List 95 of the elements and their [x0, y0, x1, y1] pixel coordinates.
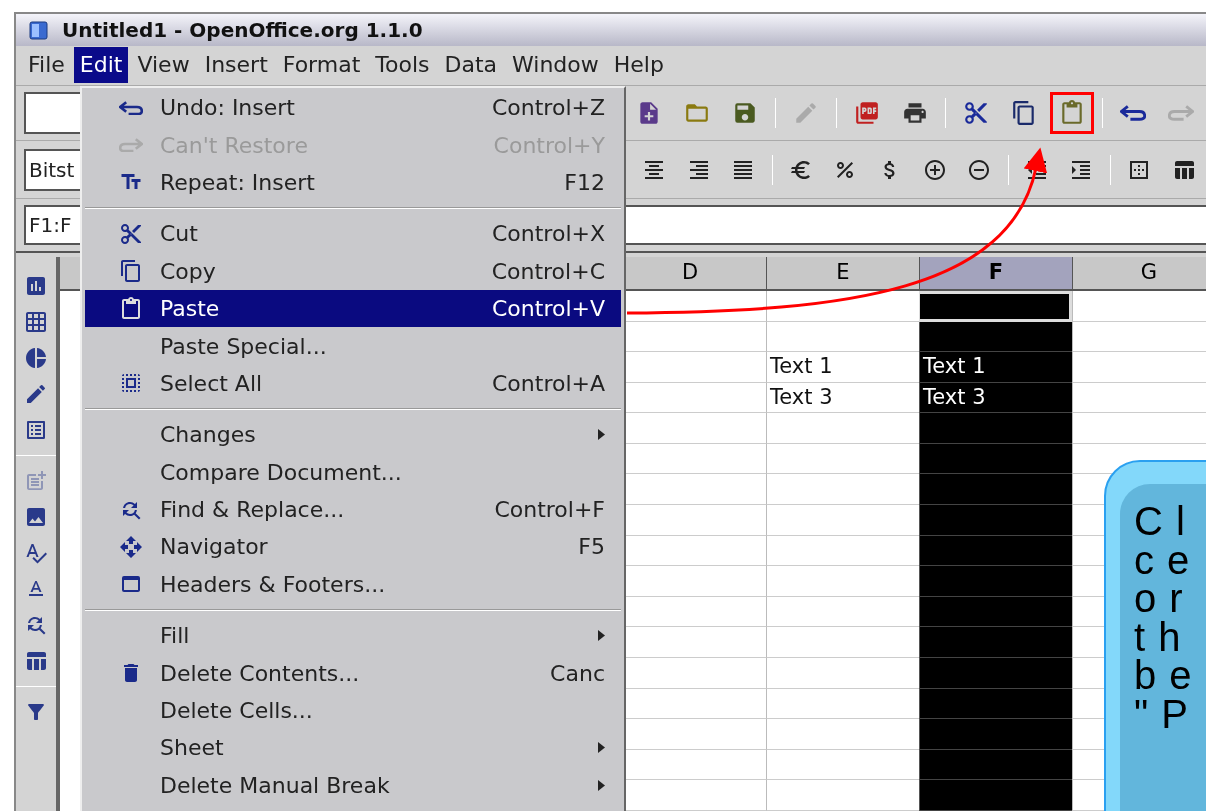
menu-item[interactable]: Tools	[369, 47, 436, 84]
grid-icon	[24, 309, 48, 334]
menu-item[interactable]: Changes	[85, 416, 621, 454]
paste-button[interactable]	[1050, 92, 1094, 135]
table-cell[interactable]	[919, 566, 1072, 597]
menu-label: Fill	[160, 622, 190, 651]
undo-icon	[1120, 105, 1146, 121]
table-cell[interactable]	[919, 719, 1072, 750]
pie-chart-icon	[24, 345, 48, 370]
menu-label: Select All	[160, 369, 263, 398]
table-cell[interactable]	[919, 535, 1072, 567]
copy-icon	[118, 259, 143, 284]
shortcut-text: Control+Z	[491, 94, 605, 123]
menu-item[interactable]: Insert	[198, 47, 274, 84]
cut-icon	[118, 221, 143, 246]
menu-label: Repeat: Insert	[160, 168, 315, 197]
style-field[interactable]	[24, 92, 80, 135]
menu-item[interactable]: Help	[607, 47, 670, 84]
menu-label: Cut	[160, 220, 198, 249]
menu-item[interactable]: Headers & Footers...	[85, 565, 621, 604]
cut-icon	[963, 100, 989, 127]
shortcut-text: Control+A	[492, 369, 605, 398]
table-cell[interactable]	[919, 443, 1072, 475]
menu-label: Copy	[160, 257, 216, 286]
table-cell[interactable]	[919, 780, 1072, 811]
table-cell[interactable]	[919, 627, 1072, 659]
menu-item[interactable]: Repeat: Insert F12	[85, 163, 621, 202]
submenu-arrow-icon	[598, 779, 605, 791]
table-cell[interactable]: Text 1	[919, 352, 1072, 383]
menu-label: Find & Replace...	[160, 496, 345, 525]
submenu-arrow-icon	[598, 630, 605, 642]
table-cell[interactable]	[919, 321, 1072, 353]
menu-item[interactable]: Paste Special...	[85, 327, 621, 365]
table-cell[interactable]	[919, 596, 1072, 628]
menu-label: Delete Contents...	[160, 659, 360, 688]
menu-item[interactable]: Format	[276, 47, 367, 84]
window-title: Untitled1 - OpenOffice.org 1.1.0	[62, 16, 423, 44]
menu-item[interactable]: Cut Control+X	[85, 215, 621, 253]
menu-item[interactable]: Paste Control+V	[85, 289, 621, 328]
shortcut-text: Canc	[550, 659, 605, 688]
table-cell[interactable]: Text 3	[919, 382, 1072, 414]
menu-label: Compare Document...	[160, 458, 402, 487]
shortcut-text: Control+X	[491, 220, 605, 249]
menu-item[interactable]: Data	[438, 47, 504, 84]
paste-icon	[1059, 100, 1085, 127]
menu-label: Delete Manual Break	[160, 771, 390, 800]
column-header[interactable]: E	[766, 256, 919, 289]
menu-label: Navigator	[160, 533, 268, 562]
menu-label: Delete Cells...	[160, 697, 313, 726]
shortcut-text: F5	[578, 533, 605, 562]
app-icon	[28, 18, 50, 41]
menu-item[interactable]: Navigator F5	[85, 528, 621, 566]
menu-item[interactable]: Edit	[73, 47, 129, 84]
column-header[interactable]: G	[1072, 256, 1206, 289]
column-header[interactable]: F	[919, 256, 1072, 289]
menu-item[interactable]: Select All Control+A	[85, 364, 621, 403]
menu-label: Changes	[160, 421, 256, 450]
menu-item[interactable]: Delete Contents... Canc	[85, 654, 621, 692]
navigator-icon	[118, 535, 143, 559]
shortcut-text: Control+V	[492, 295, 605, 324]
shortcut-text: F12	[564, 168, 605, 197]
menu-item[interactable]: Sheet	[85, 729, 621, 767]
menu-label: Sheet	[160, 734, 224, 763]
copy-icon	[1011, 100, 1037, 127]
menu-item[interactable]: Compare Document...	[85, 453, 621, 491]
table-cell[interactable]	[919, 474, 1072, 506]
menu-item[interactable]: Find & Replace... Control+F	[85, 490, 621, 529]
shortcut-text: Control+F	[494, 496, 605, 525]
redo-icon	[118, 137, 143, 153]
table-cell[interactable]	[919, 658, 1072, 689]
table-cell[interactable]	[919, 413, 1072, 444]
submenu-arrow-icon	[598, 742, 605, 754]
table-cell[interactable]	[919, 749, 1072, 781]
submenu-arrow-icon	[598, 429, 605, 441]
menu-item[interactable]: Delete Cells...	[85, 691, 621, 730]
add-note-icon	[24, 468, 48, 493]
table-cell[interactable]	[919, 505, 1072, 536]
menu-item[interactable]: Fill	[85, 617, 621, 655]
menu-label: Paste Special...	[160, 332, 327, 361]
redo-icon	[1168, 105, 1194, 121]
callout-text: C l c e o r t h b e " P	[1134, 502, 1193, 733]
table-cell[interactable]	[919, 688, 1072, 720]
add-decimal-icon	[922, 157, 947, 182]
menu-item[interactable]: Undo: Insert Control+Z	[85, 89, 621, 127]
menu-label: Headers & Footers...	[160, 570, 386, 599]
menu-item[interactable]: View	[131, 47, 196, 84]
shortcut-text: Control+C	[491, 257, 605, 286]
menu-item[interactable]: Window	[506, 47, 605, 84]
remove-decimal-icon	[967, 157, 992, 182]
menu-item[interactable]: File	[22, 47, 71, 84]
pdf-icon	[854, 100, 880, 127]
menu-label: Undo: Insert	[160, 94, 295, 123]
menu-item[interactable]: Delete Manual Break	[85, 766, 621, 805]
menu-label: Paste	[160, 295, 220, 324]
undo-icon	[118, 100, 143, 115]
